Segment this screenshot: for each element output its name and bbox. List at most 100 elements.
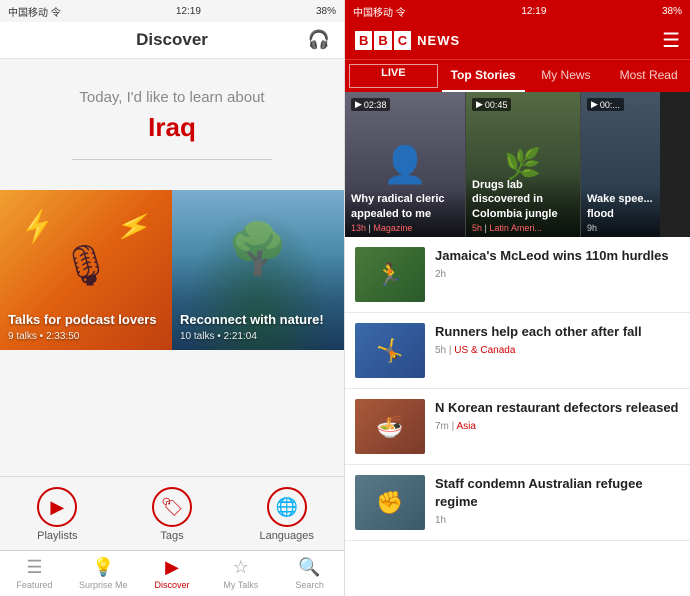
left-header: Discover 🎧 (0, 22, 344, 59)
thumb-hurdles: 🏃 (355, 247, 425, 302)
tab-surpriseme[interactable]: 💡 Surprise Me (69, 555, 138, 592)
tab-bar: ☰ Featured 💡 Surprise Me ▶ Discover ☆ My… (0, 550, 344, 596)
search-label: Search (295, 580, 324, 590)
podcast-card-title: Talks for podcast lovers (8, 312, 164, 329)
korean-title: N Korean restaurant defectors released (435, 399, 680, 417)
languages-label: Languages (259, 530, 313, 542)
status-bar-right: 中国移动 令 12:19 38% (345, 0, 690, 22)
runners-title: Runners help each other after fall (435, 323, 680, 341)
wake-info: Wake spee... flood 9h (581, 188, 660, 237)
cleric-title: Why radical cleric appealed to me (351, 192, 459, 221)
podcast-card-subtitle: 9 talks • 2:33:50 (8, 331, 164, 342)
australia-title: Staff condemn Australian refugee regime (435, 475, 680, 511)
cleric-info: Why radical cleric appealed to me 13h | … (345, 188, 465, 237)
play-icon-2: ▶ (476, 99, 483, 110)
hurdles-meta: 2h (435, 269, 680, 280)
australia-text: Staff condemn Australian refugee regime … (435, 475, 680, 526)
featured-item-cleric[interactable]: 👤 ▶ 02:38 Why radical cleric appealed to… (345, 92, 465, 237)
news-item-korean[interactable]: 🍜 N Korean restaurant defectors released… (345, 389, 690, 465)
wake-meta: 9h (587, 223, 654, 233)
bbc-second-b: B (374, 31, 391, 50)
left-panel: 中国移动 令 12:19 38% Discover 🎧 Today, I'd l… (0, 0, 345, 596)
hamburger-icon[interactable]: ☰ (662, 28, 680, 53)
surpriseme-label: Surprise Me (79, 580, 128, 590)
featured-item-wake[interactable]: ▶ 00:... Wake spee... flood 9h (580, 92, 660, 237)
drugs-info: Drugs lab discovered in Colombia jungle … (466, 174, 580, 237)
right-battery: 38% (662, 6, 682, 17)
topic-underline (72, 159, 272, 160)
runners-meta: 5h | US & Canada (435, 345, 680, 356)
tab-featured[interactable]: ☰ Featured (0, 555, 69, 592)
hurdles-text: Jamaica's McLeod wins 110m hurdles 2h (435, 247, 680, 280)
tab-my-news[interactable]: My News (525, 60, 608, 92)
right-time: 12:19 (521, 6, 546, 17)
tab-most-read[interactable]: Most Read (607, 60, 690, 92)
wake-title: Wake spee... flood (587, 192, 654, 221)
languages-icon: 🌐 (267, 487, 307, 527)
thumb-korean: 🍜 (355, 399, 425, 454)
tab-live[interactable]: LIVE (349, 64, 438, 88)
headphone-icon[interactable]: 🎧 (308, 30, 330, 51)
featured-label: Featured (16, 580, 52, 590)
left-battery: 38% (316, 6, 336, 17)
playlist-card-nature[interactable]: 🌳 Reconnect with nature! 10 talks • 2:21… (172, 190, 344, 350)
right-panel: 中国移动 令 12:19 38% B B C NEWS ☰ LIVE Top S… (345, 0, 690, 596)
featured-item-drugs[interactable]: 🌿 ▶ 00:45 Drugs lab discovered in Colomb… (465, 92, 580, 237)
tab-search[interactable]: 🔍 Search (275, 555, 344, 592)
play-icon-3: ▶ (591, 99, 598, 110)
play-badge-1: ▶ 02:38 (351, 98, 390, 111)
hurdles-title: Jamaica's McLeod wins 110m hurdles (435, 247, 680, 265)
tags-button[interactable]: 🏷 Tags (115, 487, 230, 542)
featured-icon: ☰ (26, 557, 42, 578)
bbc-b: B (355, 31, 372, 50)
search-icon: 🔍 (298, 557, 320, 578)
playlist-card-podcast[interactable]: ⚡ ⚡ 🎙 Talks for podcast lovers 9 talks •… (0, 190, 172, 350)
tab-top-stories[interactable]: Top Stories (442, 60, 525, 92)
australia-meta: 1h (435, 515, 680, 526)
tags-label: Tags (160, 530, 183, 542)
news-item-runners[interactable]: 🤸 Runners help each other after fall 5h … (345, 313, 690, 389)
discover-label: Discover (154, 580, 189, 590)
nav-tabs: LIVE Top Stories My News Most Read (345, 59, 690, 92)
nature-card-info: Reconnect with nature! 10 talks • 2:21:0… (172, 304, 344, 350)
nature-card-subtitle: 10 talks • 2:21:04 (180, 331, 336, 342)
cleric-image: 👤 (383, 144, 428, 186)
surpriseme-icon: 💡 (92, 557, 114, 578)
bottom-icons-row: ▶ Playlists 🏷 Tags 🌐 Languages (0, 476, 344, 550)
discover-content: Today, I'd like to learn about Iraq ⚡ ⚡ … (0, 59, 344, 476)
cleric-meta: 13h | Magazine (351, 223, 459, 233)
tree-icon: 🌳 (227, 220, 289, 279)
tab-mytalks[interactable]: ☆ My Talks (206, 555, 275, 592)
play-badge-2: ▶ 00:45 (472, 98, 511, 111)
drugs-title: Drugs lab discovered in Colombia jungle (472, 178, 574, 221)
left-time: 12:19 (176, 6, 201, 17)
nature-card-title: Reconnect with nature! (180, 312, 336, 329)
tags-icon: 🏷 (152, 487, 192, 527)
mic-icon: 🎙 (61, 242, 112, 289)
tab-discover[interactable]: ▶ Discover (138, 555, 207, 592)
korean-meta: 7m | Asia (435, 421, 680, 432)
bbc-news-label: NEWS (417, 33, 460, 48)
podcast-card-info: Talks for podcast lovers 9 talks • 2:33:… (0, 304, 172, 350)
news-item-australia[interactable]: ✊ Staff condemn Australian refugee regim… (345, 465, 690, 541)
bbc-c: C (394, 31, 411, 50)
bbc-header: B B C NEWS ☰ (345, 22, 690, 59)
korean-text: N Korean restaurant defectors released 7… (435, 399, 680, 432)
topic-title: Iraq (148, 112, 196, 143)
playlists-button[interactable]: ▶ Playlists (0, 487, 115, 542)
playlist-cards: ⚡ ⚡ 🎙 Talks for podcast lovers 9 talks •… (0, 190, 344, 350)
thumb-runners: 🤸 (355, 323, 425, 378)
thumb-australia: ✊ (355, 475, 425, 530)
bbc-logo-group: B B C NEWS (355, 31, 460, 50)
drugs-meta: 5h | Latin Ameri... (472, 223, 574, 233)
featured-row: 👤 ▶ 02:38 Why radical cleric appealed to… (345, 92, 690, 237)
play-badge-3: ▶ 00:... (587, 98, 624, 111)
news-list: 🏃 Jamaica's McLeod wins 110m hurdles 2h … (345, 237, 690, 596)
page-title: Discover (0, 30, 344, 50)
left-carrier: 中国移动 令 (8, 4, 61, 19)
news-item-hurdles[interactable]: 🏃 Jamaica's McLeod wins 110m hurdles 2h (345, 237, 690, 313)
discover-prompt: Today, I'd like to learn about (79, 89, 264, 106)
play-icon-1: ▶ (355, 99, 362, 110)
right-carrier: 中国移动 令 (353, 4, 406, 19)
languages-button[interactable]: 🌐 Languages (229, 487, 344, 542)
